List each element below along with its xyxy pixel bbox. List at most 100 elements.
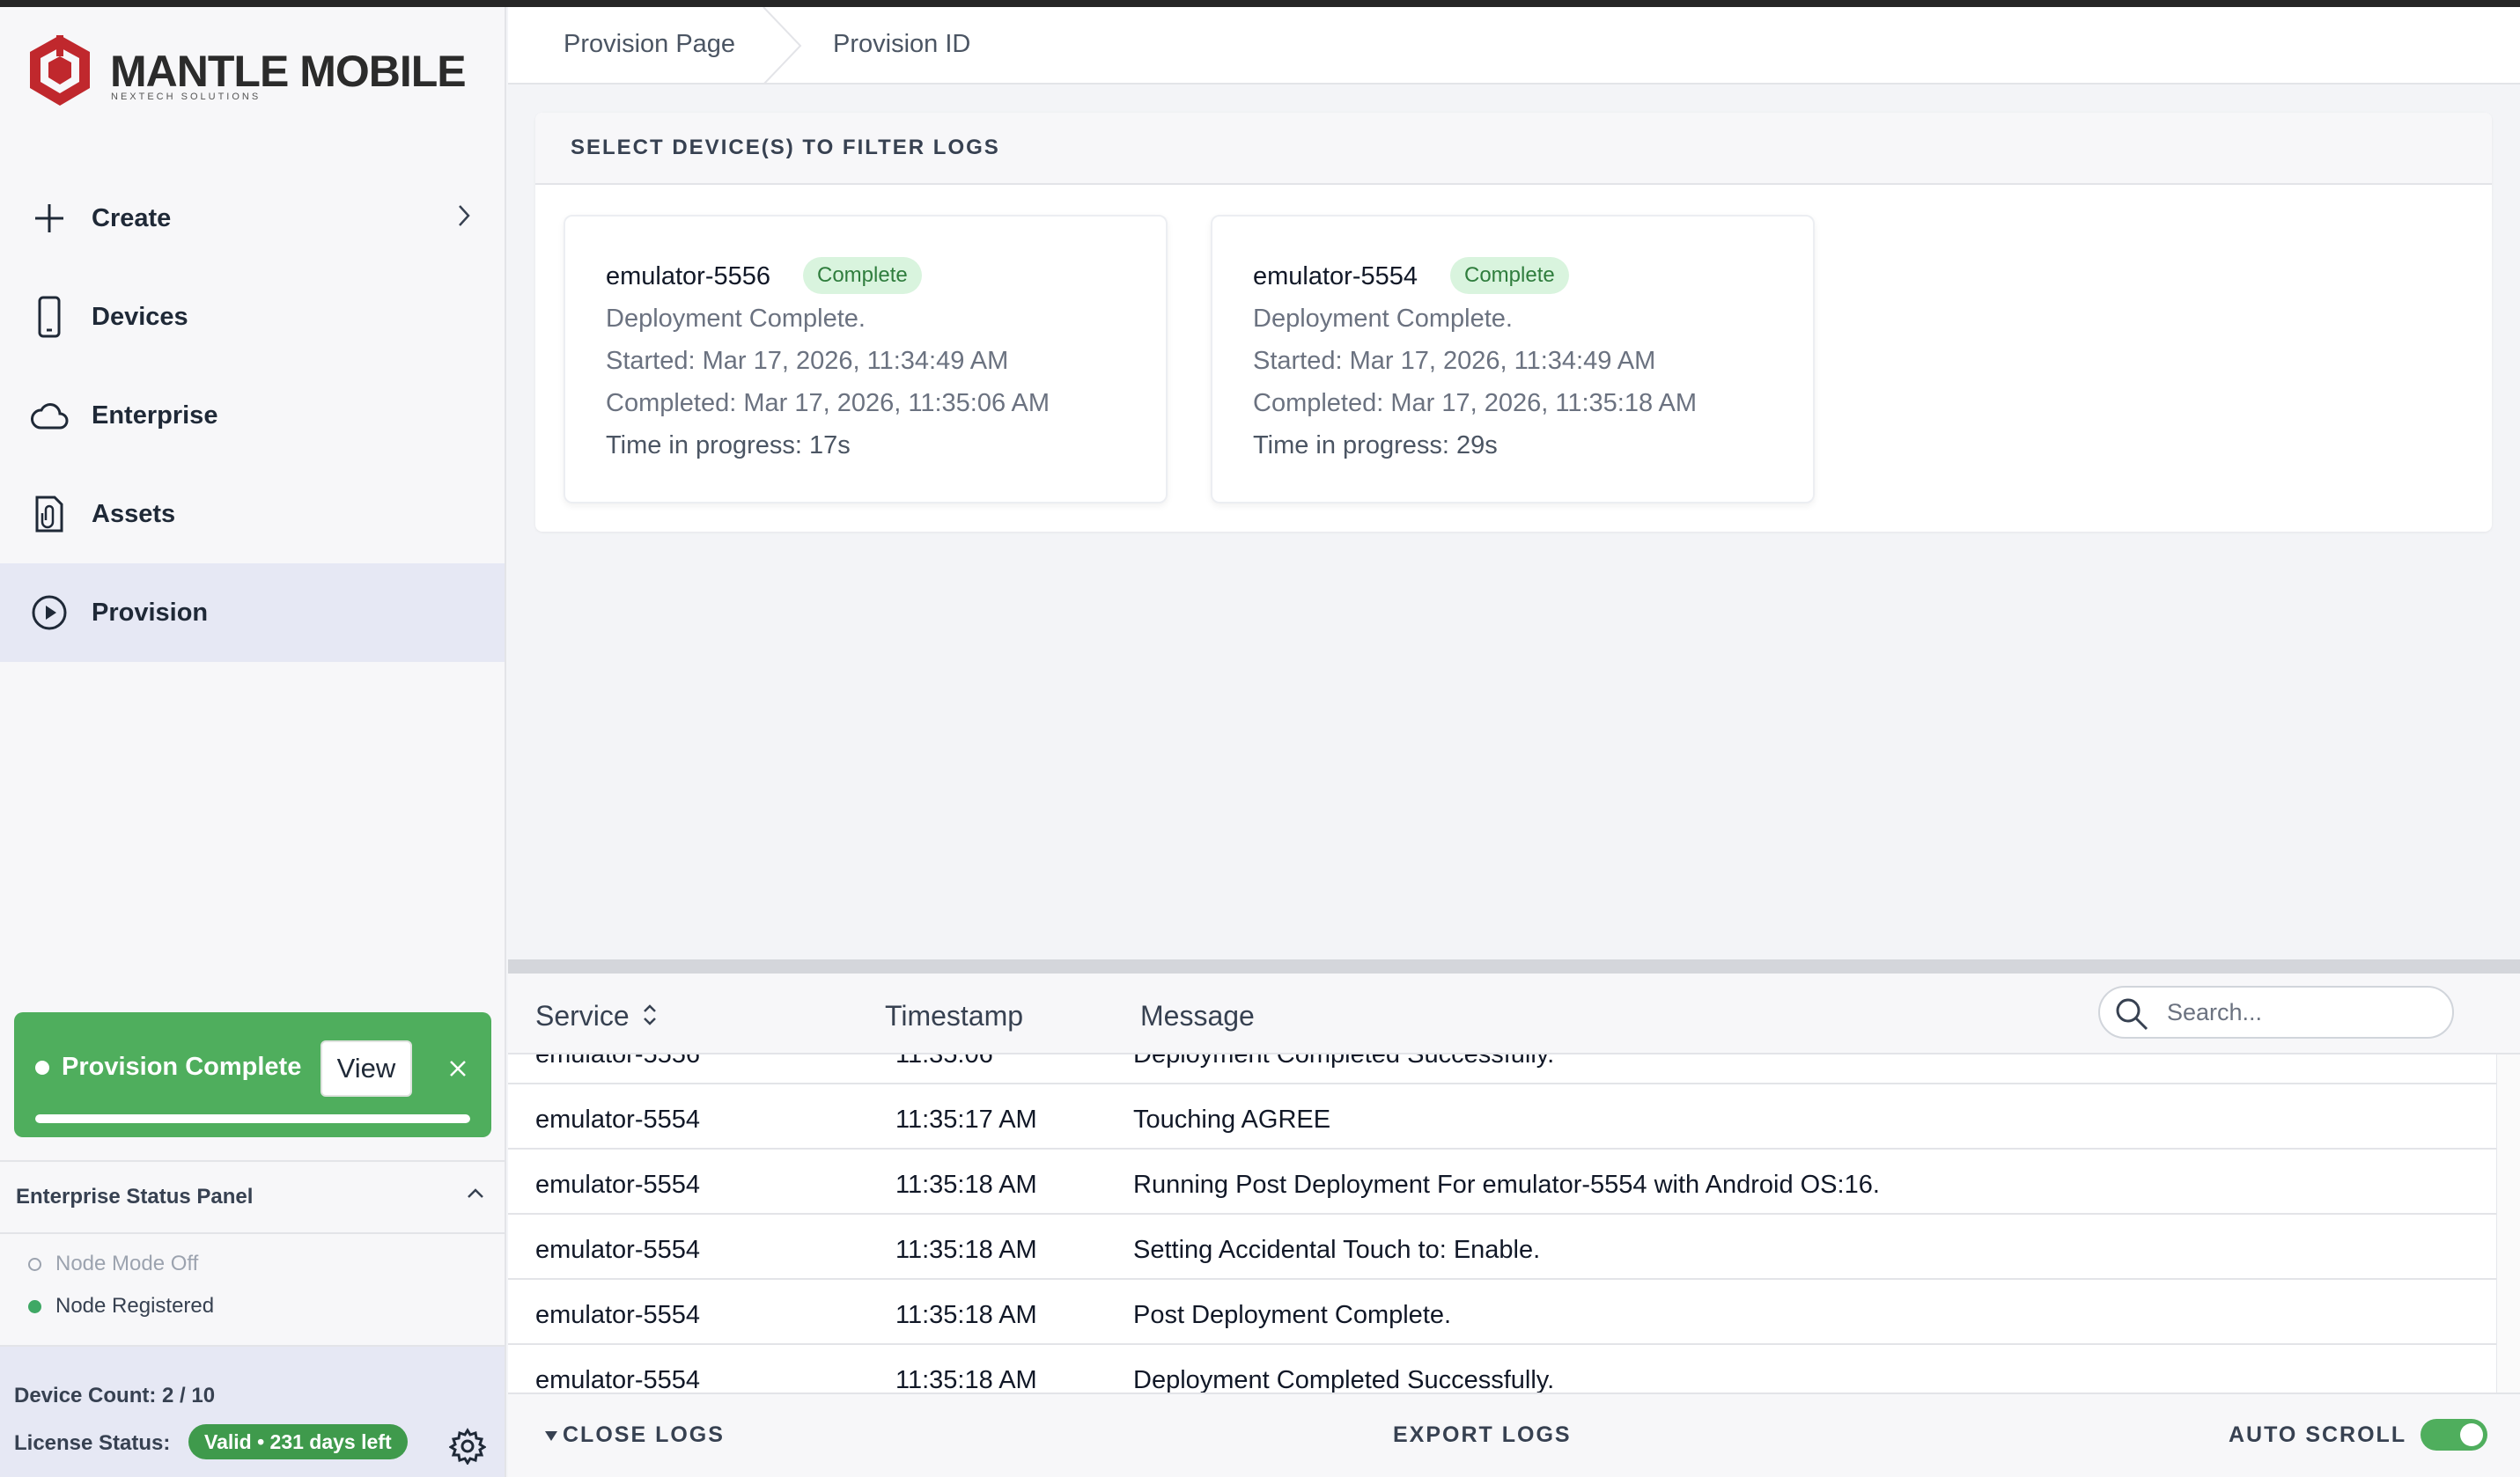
enterprise-status-header[interactable]: Enterprise Status Panel: [0, 1162, 505, 1234]
sidebar-item-label: Devices: [92, 302, 188, 331]
close-icon[interactable]: [440, 1051, 475, 1086]
table-row: emulator-5554 11:35:18 AM Running Post D…: [508, 1150, 2496, 1215]
log-timestamp: 11:35:18 AM: [895, 1236, 1037, 1264]
log-timestamp: 11:35:18 AM: [895, 1171, 1037, 1199]
plus-icon: [30, 199, 69, 238]
sidebar-item-provision[interactable]: Provision: [0, 563, 505, 662]
auto-scroll-label: AUTO SCROLL: [2229, 1422, 2407, 1447]
breadcrumb-provision-id[interactable]: Provision ID: [833, 30, 970, 59]
device-filter-panel: SELECT DEVICE(S) TO FILTER LOGS emulator…: [535, 113, 2492, 532]
status-dot-on: [28, 1299, 41, 1313]
gear-icon[interactable]: [448, 1428, 487, 1469]
breadcrumb: Provision Page Provision ID: [508, 6, 2520, 85]
filter-title: SELECT DEVICE(S) TO FILTER LOGS: [571, 136, 1000, 159]
document-clip-icon: [30, 495, 69, 533]
log-service: emulator-5554: [535, 1171, 700, 1199]
log-service: emulator-5554: [535, 1236, 700, 1264]
sidebar-item-enterprise[interactable]: Enterprise: [0, 366, 505, 465]
table-row: emulator-5554 11:35:17 AM Touching AGREE: [508, 1084, 2496, 1150]
device-time-in-progress: Time in progress: 17s: [606, 431, 851, 459]
log-service: emulator-5556: [535, 1054, 700, 1069]
logs-search[interactable]: [2098, 986, 2454, 1039]
log-message: Deployment Completed Successfully.: [1133, 1054, 1555, 1069]
close-logs-button[interactable]: CLOSE LOGS: [543, 1422, 725, 1448]
status-dot-off: [28, 1257, 41, 1271]
search-input[interactable]: [2167, 995, 2440, 1030]
auto-scroll-toggle[interactable]: [2421, 1419, 2487, 1451]
status-badge: Complete: [1450, 257, 1569, 294]
brand-tagline: NEXTECH SOLUTIONS: [111, 92, 262, 102]
sidebar-item-label: Create: [92, 203, 172, 232]
log-message: Touching AGREE: [1133, 1106, 1331, 1134]
column-header-timestamp: Timestamp: [885, 1000, 1024, 1032]
breadcrumb-provision-page[interactable]: Provision Page: [564, 30, 735, 59]
log-service: emulator-5554: [535, 1301, 700, 1329]
enterprise-status-panel: Enterprise Status Panel Node Mode Off No…: [0, 1160, 505, 1347]
table-row: emulator-5554 11:35:18 AM Post Deploymen…: [508, 1280, 2496, 1345]
device-time-in-progress: Time in progress: 29s: [1253, 431, 1498, 459]
window-top-edge: [0, 0, 2520, 7]
triangle-down-icon: [545, 1431, 557, 1442]
chevron-up-icon: [466, 1187, 485, 1205]
mantle-logo-icon: [30, 35, 90, 106]
cloud-icon: [30, 396, 69, 435]
brand-logo[interactable]: MANTLE MOBILE NEXTECH SOLUTIONS: [26, 33, 467, 113]
device-completed: Completed: Mar 17, 2026, 11:35:06 AM: [606, 389, 1050, 417]
sort-icon[interactable]: [642, 1003, 658, 1031]
device-card-emulator-5554[interactable]: emulator-5554 Complete Deployment Comple…: [1211, 215, 1815, 503]
toast-progress-fill: [35, 1114, 470, 1123]
sidebar-item-assets[interactable]: Assets: [0, 465, 505, 563]
log-message: Running Post Deployment For emulator-555…: [1133, 1171, 1880, 1199]
filter-header: SELECT DEVICE(S) TO FILTER LOGS: [535, 113, 2492, 185]
device-count: Device Count: 2 / 10: [14, 1384, 216, 1407]
device-completed: Completed: Mar 17, 2026, 11:35:18 AM: [1253, 389, 1698, 417]
chevron-right-icon: [455, 202, 473, 233]
view-button[interactable]: View: [321, 1040, 412, 1097]
column-header-service[interactable]: Service: [535, 1000, 630, 1032]
table-row: emulator-5554 11:35:18 AM Setting Accide…: [508, 1215, 2496, 1280]
sidebar-footer: Device Count: 2 / 10 License Status: Val…: [0, 1347, 505, 1477]
provision-complete-toast: Provision Complete View: [14, 1012, 491, 1137]
log-message: Setting Accidental Touch to: Enable.: [1133, 1236, 1541, 1264]
license-badge: Valid • 231 days left: [188, 1424, 408, 1459]
log-message: Deployment Completed Successfully.: [1133, 1366, 1555, 1394]
close-logs-label: CLOSE LOGS: [563, 1422, 725, 1447]
sidebar: MANTLE MOBILE NEXTECH SOLUTIONS Create D…: [0, 7, 506, 1477]
device-name: emulator-5554: [1253, 262, 1418, 290]
device-card-emulator-5556[interactable]: emulator-5556 Complete Deployment Comple…: [564, 215, 1168, 503]
sidebar-item-devices[interactable]: Devices: [0, 268, 505, 366]
toast-progress-bar: [35, 1114, 470, 1123]
sidebar-item-create[interactable]: Create: [0, 169, 505, 268]
logs-table-header: Service Timestamp Message: [508, 974, 2520, 1054]
log-timestamp: 11:35:17 AM: [895, 1106, 1037, 1134]
sidebar-item-label: Enterprise: [92, 400, 218, 430]
device-started: Started: Mar 17, 2026, 11:34:49 AM: [1253, 347, 1656, 375]
device-started: Started: Mar 17, 2026, 11:34:49 AM: [606, 347, 1009, 375]
license-label: License Status:: [14, 1431, 171, 1455]
column-header-message: Message: [1140, 1000, 1255, 1032]
status-dot: [35, 1061, 49, 1075]
log-message: Post Deployment Complete.: [1133, 1301, 1452, 1329]
node-registered-status: Node Registered: [0, 1285, 505, 1327]
sidebar-item-label: Provision: [92, 598, 209, 627]
play-circle-icon: [30, 593, 69, 632]
table-row: emulator-5556 11:35:06 Deployment Comple…: [508, 1054, 2496, 1084]
sidebar-nav: Create Devices Enterprise Assets Provisi…: [0, 169, 505, 662]
log-service: emulator-5554: [535, 1106, 700, 1134]
toggle-knob: [2460, 1423, 2483, 1446]
device-status: Deployment Complete.: [1253, 305, 1513, 333]
log-service: emulator-5554: [535, 1366, 700, 1394]
logs-resize-handle[interactable]: [508, 959, 2520, 974]
status-label: Node Mode Off: [55, 1252, 199, 1275]
sidebar-item-label: Assets: [92, 499, 176, 528]
panel-title: Enterprise Status Panel: [16, 1185, 254, 1209]
log-timestamp: 11:35:06: [895, 1054, 993, 1069]
device-status: Deployment Complete.: [606, 305, 866, 333]
device-name: emulator-5556: [606, 262, 770, 290]
log-timestamp: 11:35:18 AM: [895, 1366, 1037, 1394]
log-timestamp: 11:35:18 AM: [895, 1301, 1037, 1329]
export-logs-button[interactable]: EXPORT LOGS: [1393, 1422, 1572, 1448]
search-icon: [2114, 996, 2149, 1036]
node-mode-status: Node Mode Off: [0, 1243, 505, 1285]
status-badge: Complete: [803, 257, 922, 294]
